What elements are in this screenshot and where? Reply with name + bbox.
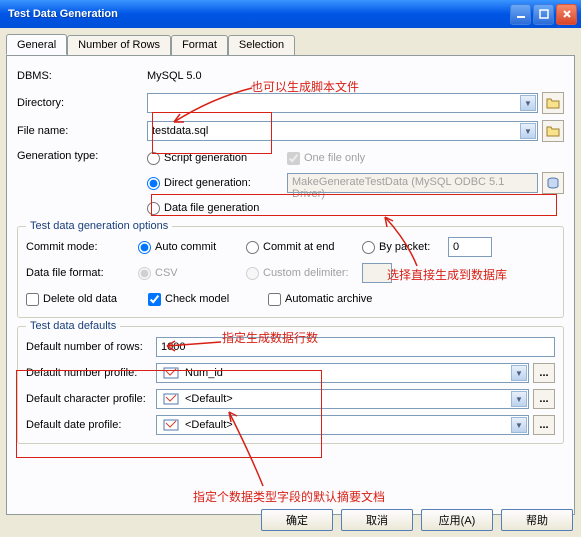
radio-script-generation[interactable]: Script generation xyxy=(147,152,287,165)
apply-button[interactable]: 应用(A) xyxy=(421,509,493,531)
number-profile-more-button[interactable]: ... xyxy=(533,363,555,383)
radio-auto-commit[interactable]: Auto commit xyxy=(138,241,246,254)
label-data-file-format: Data file format: xyxy=(26,267,138,279)
directory-input[interactable]: ▼ xyxy=(147,93,538,113)
default-number-profile-select[interactable]: Num_id ▼ xyxy=(156,363,529,383)
dialog-buttons: 确定 取消 应用(A) 帮助 xyxy=(261,509,573,531)
filename-input[interactable]: testdata.sql ▼ xyxy=(147,121,538,141)
folder-icon xyxy=(546,125,560,137)
default-char-profile-select[interactable]: <Default> ▼ xyxy=(156,389,529,409)
chevron-down-icon[interactable]: ▼ xyxy=(520,95,536,111)
check-automatic-archive[interactable]: Automatic archive xyxy=(268,293,372,306)
chevron-down-icon[interactable]: ▼ xyxy=(511,417,527,433)
chevron-down-icon[interactable]: ▼ xyxy=(511,391,527,407)
tab-panel: DBMS: MySQL 5.0 Directory: ▼ File name: … xyxy=(6,55,575,515)
profile-icon xyxy=(161,417,181,433)
close-button[interactable] xyxy=(556,4,577,25)
label-filename: File name: xyxy=(17,125,147,137)
folder-icon xyxy=(546,97,560,109)
minimize-button[interactable] xyxy=(510,4,531,25)
radio-custom-delimiter: Custom delimiter: xyxy=(246,267,362,280)
by-packet-input[interactable] xyxy=(448,237,492,257)
tab-format[interactable]: Format xyxy=(171,35,228,56)
cancel-button[interactable]: 取消 xyxy=(341,509,413,531)
radio-csv: CSV xyxy=(138,267,246,280)
ok-button[interactable]: 确定 xyxy=(261,509,333,531)
char-profile-more-button[interactable]: ... xyxy=(533,389,555,409)
radio-commit-at-end[interactable]: Commit at end xyxy=(246,241,362,254)
group-test-data-defaults: Test data defaults Default number of row… xyxy=(17,326,564,444)
window-titlebar: Test Data Generation xyxy=(0,0,581,28)
default-rows-input[interactable] xyxy=(156,337,555,357)
label-dbms: DBMS: xyxy=(17,70,147,82)
value-dbms: MySQL 5.0 xyxy=(147,70,202,82)
default-date-profile-select[interactable]: <Default> ▼ xyxy=(156,415,529,435)
label-default-char-profile: Default character profile: xyxy=(26,393,156,405)
group-title-options: Test data generation options xyxy=(26,220,172,232)
profile-icon xyxy=(161,365,181,381)
help-button[interactable]: 帮助 xyxy=(501,509,573,531)
check-delete-old-data[interactable]: Delete old data xyxy=(26,293,148,306)
tab-general[interactable]: General xyxy=(6,34,67,55)
group-test-data-options: Test data generation options Commit mode… xyxy=(17,226,564,318)
chevron-down-icon[interactable]: ▼ xyxy=(511,365,527,381)
annotation-text: 指定个数据类型字段的默认摘要文档 xyxy=(193,488,385,505)
label-default-number-profile: Default number profile: xyxy=(26,367,156,379)
radio-direct-generation[interactable]: Direct generation: xyxy=(147,177,287,190)
maximize-button[interactable] xyxy=(533,4,554,25)
label-generation-type: Generation type: xyxy=(17,148,147,162)
date-profile-more-button[interactable]: ... xyxy=(533,415,555,435)
custom-delimiter-input xyxy=(362,263,392,283)
browse-directory-button[interactable] xyxy=(542,92,564,114)
label-default-rows: Default number of rows: xyxy=(26,341,156,353)
tab-number-of-rows[interactable]: Number of Rows xyxy=(67,35,171,56)
label-directory: Directory: xyxy=(17,97,147,109)
chevron-down-icon[interactable]: ▼ xyxy=(520,123,536,139)
profile-icon xyxy=(161,391,181,407)
direct-generation-target: MakeGenerateTestData (MySQL ODBC 5.1 Dri… xyxy=(287,173,538,193)
check-one-file-only: One file only xyxy=(287,152,365,165)
radio-by-packet[interactable]: By packet: xyxy=(362,241,448,254)
check-check-model[interactable]: Check model xyxy=(148,293,268,306)
configure-connection-button[interactable] xyxy=(542,172,564,194)
radio-data-file-generation[interactable]: Data file generation xyxy=(147,202,259,215)
window-title: Test Data Generation xyxy=(8,8,510,20)
label-default-date-profile: Default date profile: xyxy=(26,419,156,431)
group-title-defaults: Test data defaults xyxy=(26,320,120,332)
label-commit-mode: Commit mode: xyxy=(26,241,138,253)
browse-file-button[interactable] xyxy=(542,120,564,142)
tab-strip: General Number of Rows Format Selection xyxy=(6,34,575,55)
db-config-icon xyxy=(546,176,560,190)
window-controls xyxy=(510,4,577,25)
tab-selection[interactable]: Selection xyxy=(228,35,295,56)
